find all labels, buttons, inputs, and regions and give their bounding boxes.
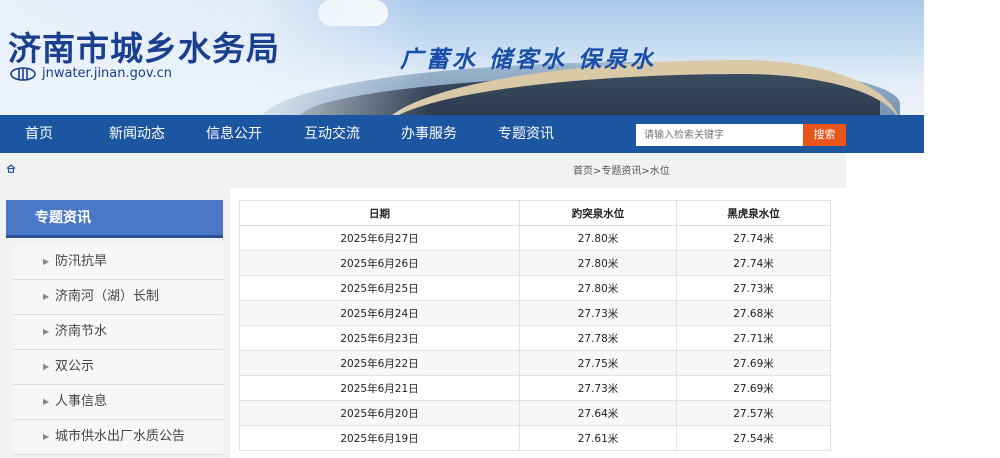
sidebar-title: 专题资讯 [6,200,223,238]
table-row: 2025年6月23日 27.78米 27.71米 [239,325,831,351]
sidebar-item-river-chief[interactable]: ▶ 济南河（湖）长制 [13,280,223,315]
table-row: 2025年6月26日 27.80米 27.74米 [239,250,831,276]
date-cell: 2025年6月21日 [239,375,520,401]
baotu-level-cell: 27.61米 [519,425,677,451]
nav-item-info-disclosure[interactable]: 信息公开 [206,115,262,153]
table-row: 2025年6月27日 27.80米 27.74米 [239,225,831,251]
nav-item-interaction[interactable]: 互动交流 [304,115,360,153]
chevron-right-icon: ▶ [43,397,50,406]
baotu-level-cell: 27.80米 [519,250,677,276]
nav-item-home[interactable]: 首页 [25,115,53,153]
chevron-right-icon: ▶ [43,292,50,301]
site-domain: jnwater.jinan.gov.cn [42,66,173,81]
chevron-right-icon: ▶ [43,327,50,336]
water-bureau-logo-icon [10,67,36,81]
chevron-right-icon: ▶ [43,257,50,266]
baotu-level-cell: 27.73米 [519,375,677,401]
heihu-level-cell: 27.71米 [676,325,831,351]
search-input[interactable] [636,124,803,146]
sidebar-item-personnel[interactable]: ▶ 人事信息 [13,385,223,420]
baotu-level-cell: 27.80米 [519,225,677,251]
heihu-level-cell: 27.74米 [676,225,831,251]
date-cell: 2025年6月19日 [239,425,520,451]
sidebar-item-label: 济南河（湖）长制 [55,289,160,304]
table-row: 2025年6月22日 27.75米 27.69米 [239,350,831,376]
date-cell: 2025年6月25日 [239,275,520,301]
water-level-table: 日期 趵突泉水位 黑虎泉水位 2025年6月27日 27.80米 27.74米 … [239,200,831,451]
sidebar-item-label: 防汛抗旱 [55,254,108,269]
heihu-level-cell: 27.57米 [676,400,831,426]
nav-item-news[interactable]: 新闻动态 [109,115,165,153]
breadcrumb[interactable]: 首页>专题资讯>水位 [573,162,670,177]
column-header-heihu-spring: 黑虎泉水位 [676,200,831,226]
slogan: 广蓄水 储客水 保泉水 [400,46,657,73]
header-banner: 济南市城乡水务局 jnwater.jinan.gov.cn 广蓄水 储客水 保泉… [0,0,924,115]
table-row: 2025年6月25日 27.80米 27.73米 [239,275,831,301]
column-header-date: 日期 [239,200,520,226]
heihu-level-cell: 27.74米 [676,250,831,276]
sidebar-item-label: 济南节水 [55,324,108,339]
table-row: 2025年6月24日 27.73米 27.68米 [239,300,831,326]
sidebar-item-flood-control[interactable]: ▶ 防汛抗旱 [13,245,223,280]
sidebar-item-label: 城市供水出厂水质公告 [55,429,186,444]
sidebar-item-dual-publicity[interactable]: ▶ 双公示 [13,350,223,385]
heihu-level-cell: 27.69米 [676,375,831,401]
heihu-level-cell: 27.54米 [676,425,831,451]
heihu-level-cell: 27.73米 [676,275,831,301]
column-header-baotu-spring: 趵突泉水位 [519,200,677,226]
baotu-level-cell: 27.73米 [519,300,677,326]
site-title[interactable]: 济南市城乡水务局 [8,22,280,70]
table-row: 2025年6月20日 27.64米 27.57米 [239,400,831,426]
right-margin [846,153,1000,458]
chevron-right-icon: ▶ [43,362,50,371]
date-cell: 2025年6月24日 [239,300,520,326]
sidebar-item-label: 人事信息 [55,394,108,409]
chevron-right-icon: ▶ [43,432,50,441]
nav-item-services[interactable]: 办事服务 [401,115,457,153]
baotu-level-cell: 27.78米 [519,325,677,351]
sidebar-item-water-saving[interactable]: ▶ 济南节水 [13,315,223,350]
search-button[interactable]: 搜索 [803,124,846,146]
heihu-level-cell: 27.69米 [676,350,831,376]
sidebar-menu: ▶ 防汛抗旱 ▶ 济南河（湖）长制 ▶ 济南节水 ▶ 双公示 ▶ 人事信息 ▶ … [13,245,223,455]
date-cell: 2025年6月27日 [239,225,520,251]
nav-item-topics[interactable]: 专题资讯 [498,115,554,153]
date-cell: 2025年6月20日 [239,400,520,426]
date-cell: 2025年6月22日 [239,350,520,376]
table-row: 2025年6月21日 27.73米 27.69米 [239,375,831,401]
baotu-level-cell: 27.75米 [519,350,677,376]
date-cell: 2025年6月26日 [239,250,520,276]
sidebar-item-water-quality[interactable]: ▶ 城市供水出厂水质公告 [13,420,223,455]
date-cell: 2025年6月23日 [239,325,520,351]
baotu-level-cell: 27.80米 [519,275,677,301]
table-row: 2025年6月19日 27.61米 27.54米 [239,425,831,451]
baotu-level-cell: 27.64米 [519,400,677,426]
home-icon[interactable] [6,164,16,173]
heihu-level-cell: 27.68米 [676,300,831,326]
table-header-row: 日期 趵突泉水位 黑虎泉水位 [239,200,831,226]
